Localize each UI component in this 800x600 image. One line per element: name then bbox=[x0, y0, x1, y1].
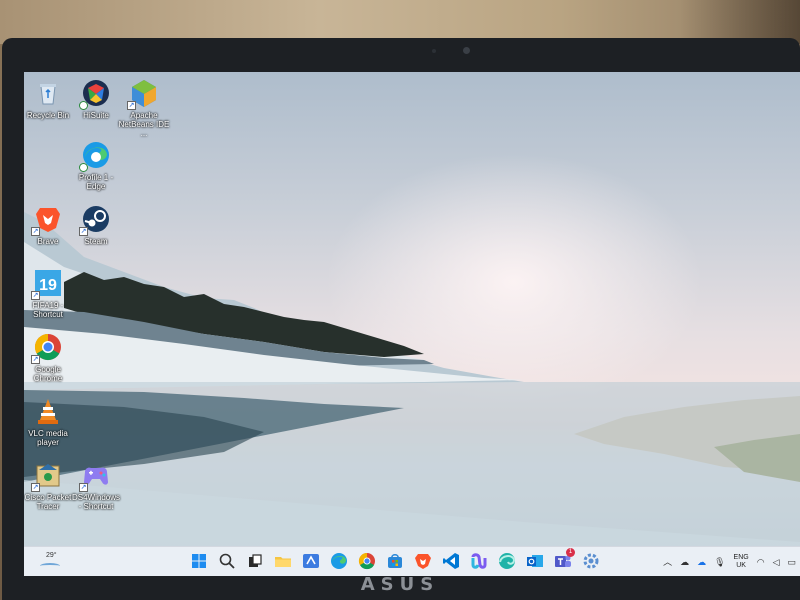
wallpaper-landscape bbox=[24, 212, 800, 576]
desktop-icon-ds4windows[interactable]: ↗ DS4Windows - Shortcut bbox=[70, 460, 122, 511]
hisuite-icon bbox=[79, 78, 111, 110]
chrome-icon bbox=[358, 552, 375, 570]
asus-logo: ASUS bbox=[360, 574, 440, 595]
fifa19-icon: 19 ↗ bbox=[31, 268, 63, 300]
outlook-button[interactable] bbox=[526, 552, 544, 570]
desktop-icon-netbeans[interactable]: ↗ Apache NetBeans IDE ... bbox=[118, 78, 170, 138]
search-button[interactable] bbox=[218, 552, 236, 570]
teams-button[interactable]: 1 bbox=[554, 548, 575, 570]
desktop-icon-steam[interactable]: ↗ Steam bbox=[70, 204, 122, 246]
desktop-icon-label: FIFA19 - Shortcut bbox=[32, 301, 64, 319]
desktop-icon-label: Google Chrome bbox=[33, 365, 63, 383]
chrome-icon: ↗ bbox=[31, 332, 63, 364]
vscode-icon bbox=[443, 553, 459, 569]
start-button[interactable] bbox=[190, 552, 208, 570]
desktop-icon-recycle-bin[interactable]: Recycle Bin bbox=[24, 78, 74, 120]
steam-icon: ↗ bbox=[79, 204, 111, 236]
vlc-icon bbox=[33, 396, 63, 426]
desktop-icon-packet-tracer[interactable]: ↗ Cisco Packet Tracer bbox=[24, 460, 74, 511]
gear-icon bbox=[583, 553, 599, 569]
shortcut-arrow-icon: ↗ bbox=[79, 227, 88, 236]
desktop-icon-hisuite[interactable]: HiSuite bbox=[70, 78, 122, 120]
brave-button[interactable] bbox=[414, 552, 432, 570]
desktop-icon-label: Cisco Packet Tracer bbox=[24, 493, 72, 511]
packet-tracer-icon: ↗ bbox=[31, 460, 63, 492]
store-icon bbox=[388, 554, 402, 568]
sync-check-icon bbox=[79, 163, 88, 172]
battery-icon[interactable]: ▭ bbox=[787, 557, 796, 567]
desktop-screen: Recycle Bin HiSuite ↗ Apache NetBeans ID… bbox=[24, 72, 800, 576]
desktop-icon-label: Recycle Bin bbox=[26, 111, 70, 120]
shortcut-arrow-icon: ↗ bbox=[31, 227, 40, 236]
shortcut-arrow-icon: ↗ bbox=[127, 101, 136, 110]
svg-text:19: 19 bbox=[39, 277, 57, 294]
shortcut-arrow-icon: ↗ bbox=[79, 483, 88, 492]
recycle-bin-icon bbox=[33, 78, 63, 108]
notification-badge: 1 bbox=[566, 548, 575, 557]
edge-icon bbox=[331, 553, 347, 569]
copilot-button[interactable] bbox=[470, 552, 488, 570]
desktop-icon-label: Apache NetBeans IDE ... bbox=[118, 111, 170, 138]
search-icon bbox=[219, 553, 235, 569]
outlook-icon bbox=[527, 555, 543, 567]
ambient-sensor bbox=[432, 49, 436, 53]
chevron-up-icon[interactable]: ︿ bbox=[663, 557, 672, 567]
windows-icon bbox=[192, 554, 206, 568]
folder-icon bbox=[275, 557, 291, 567]
edge-button[interactable] bbox=[330, 552, 348, 570]
weather-temperature: 29° bbox=[46, 552, 57, 559]
desktop-icon-chrome[interactable]: ↗ Google Chrome bbox=[24, 332, 74, 383]
wifi-icon[interactable]: ◠ bbox=[757, 557, 765, 567]
copilot-icon bbox=[471, 553, 487, 569]
desktop-icon-vlc[interactable]: VLC media player bbox=[24, 396, 74, 447]
desktop-icon-label: Steam bbox=[84, 237, 108, 246]
vscode-button[interactable] bbox=[442, 552, 460, 570]
desktop-icon-label: DS4Windows - Shortcut bbox=[71, 493, 120, 511]
desktop-icon-edge-profile[interactable]: Profile 1 - Edge bbox=[70, 140, 122, 191]
brave-icon bbox=[415, 554, 431, 569]
brave-icon: ↗ bbox=[31, 204, 63, 236]
edge-dev-button[interactable] bbox=[498, 552, 516, 570]
task-view-icon bbox=[249, 554, 262, 567]
desktop-icon-brave[interactable]: ↗ Brave bbox=[24, 204, 74, 246]
settings-button[interactable] bbox=[582, 552, 600, 570]
store-button[interactable] bbox=[386, 552, 404, 570]
language-indicator[interactable]: ENG UK bbox=[734, 554, 749, 570]
taskbar: 29° 1 ︿ ☁ ☁ 🎙︎ ENG UK ◠ ◁ ▭ bbox=[24, 546, 800, 576]
shortcut-arrow-icon: ↗ bbox=[31, 483, 40, 492]
volume-icon[interactable]: ◁ bbox=[773, 557, 780, 567]
weather-widget[interactable]: 29° bbox=[38, 551, 78, 573]
edge-dev-icon bbox=[499, 553, 516, 569]
desktop-icon-label: Profile 1 - Edge bbox=[78, 173, 114, 191]
editor-icon bbox=[303, 554, 319, 568]
task-view-button[interactable] bbox=[246, 552, 264, 570]
onedrive-cloud-icon[interactable]: ☁ bbox=[680, 557, 689, 567]
ds4windows-icon: ↗ bbox=[79, 460, 111, 492]
onedrive-blue-icon[interactable]: ☁ bbox=[697, 557, 706, 567]
desktop-icon-fifa19[interactable]: 19 ↗ FIFA19 - Shortcut bbox=[24, 268, 74, 319]
chrome-button[interactable] bbox=[358, 552, 376, 570]
file-explorer-button[interactable] bbox=[274, 552, 292, 570]
microphone-icon[interactable]: 🎙︎ bbox=[714, 557, 725, 567]
netbeans-icon: ↗ bbox=[127, 78, 159, 110]
sync-check-icon bbox=[79, 101, 88, 110]
language-code: ENG bbox=[733, 554, 749, 561]
desktop-icon-label: HiSuite bbox=[83, 111, 109, 120]
desktop-icon-label: Brave bbox=[37, 237, 59, 246]
shortcut-arrow-icon: ↗ bbox=[31, 355, 40, 364]
edge-icon bbox=[79, 140, 111, 172]
editor-app-button[interactable] bbox=[302, 552, 320, 570]
shortcut-arrow-icon: ↗ bbox=[31, 291, 40, 300]
system-tray: ︿ ☁ ☁ 🎙︎ ENG UK ◠ ◁ ▭ bbox=[663, 552, 800, 572]
weather-icon bbox=[40, 563, 60, 569]
webcam bbox=[463, 47, 470, 54]
desktop-icon-label: VLC media player bbox=[28, 429, 68, 447]
keyboard-layout: UK bbox=[736, 562, 746, 569]
taskbar-apps: 1 bbox=[190, 548, 600, 572]
